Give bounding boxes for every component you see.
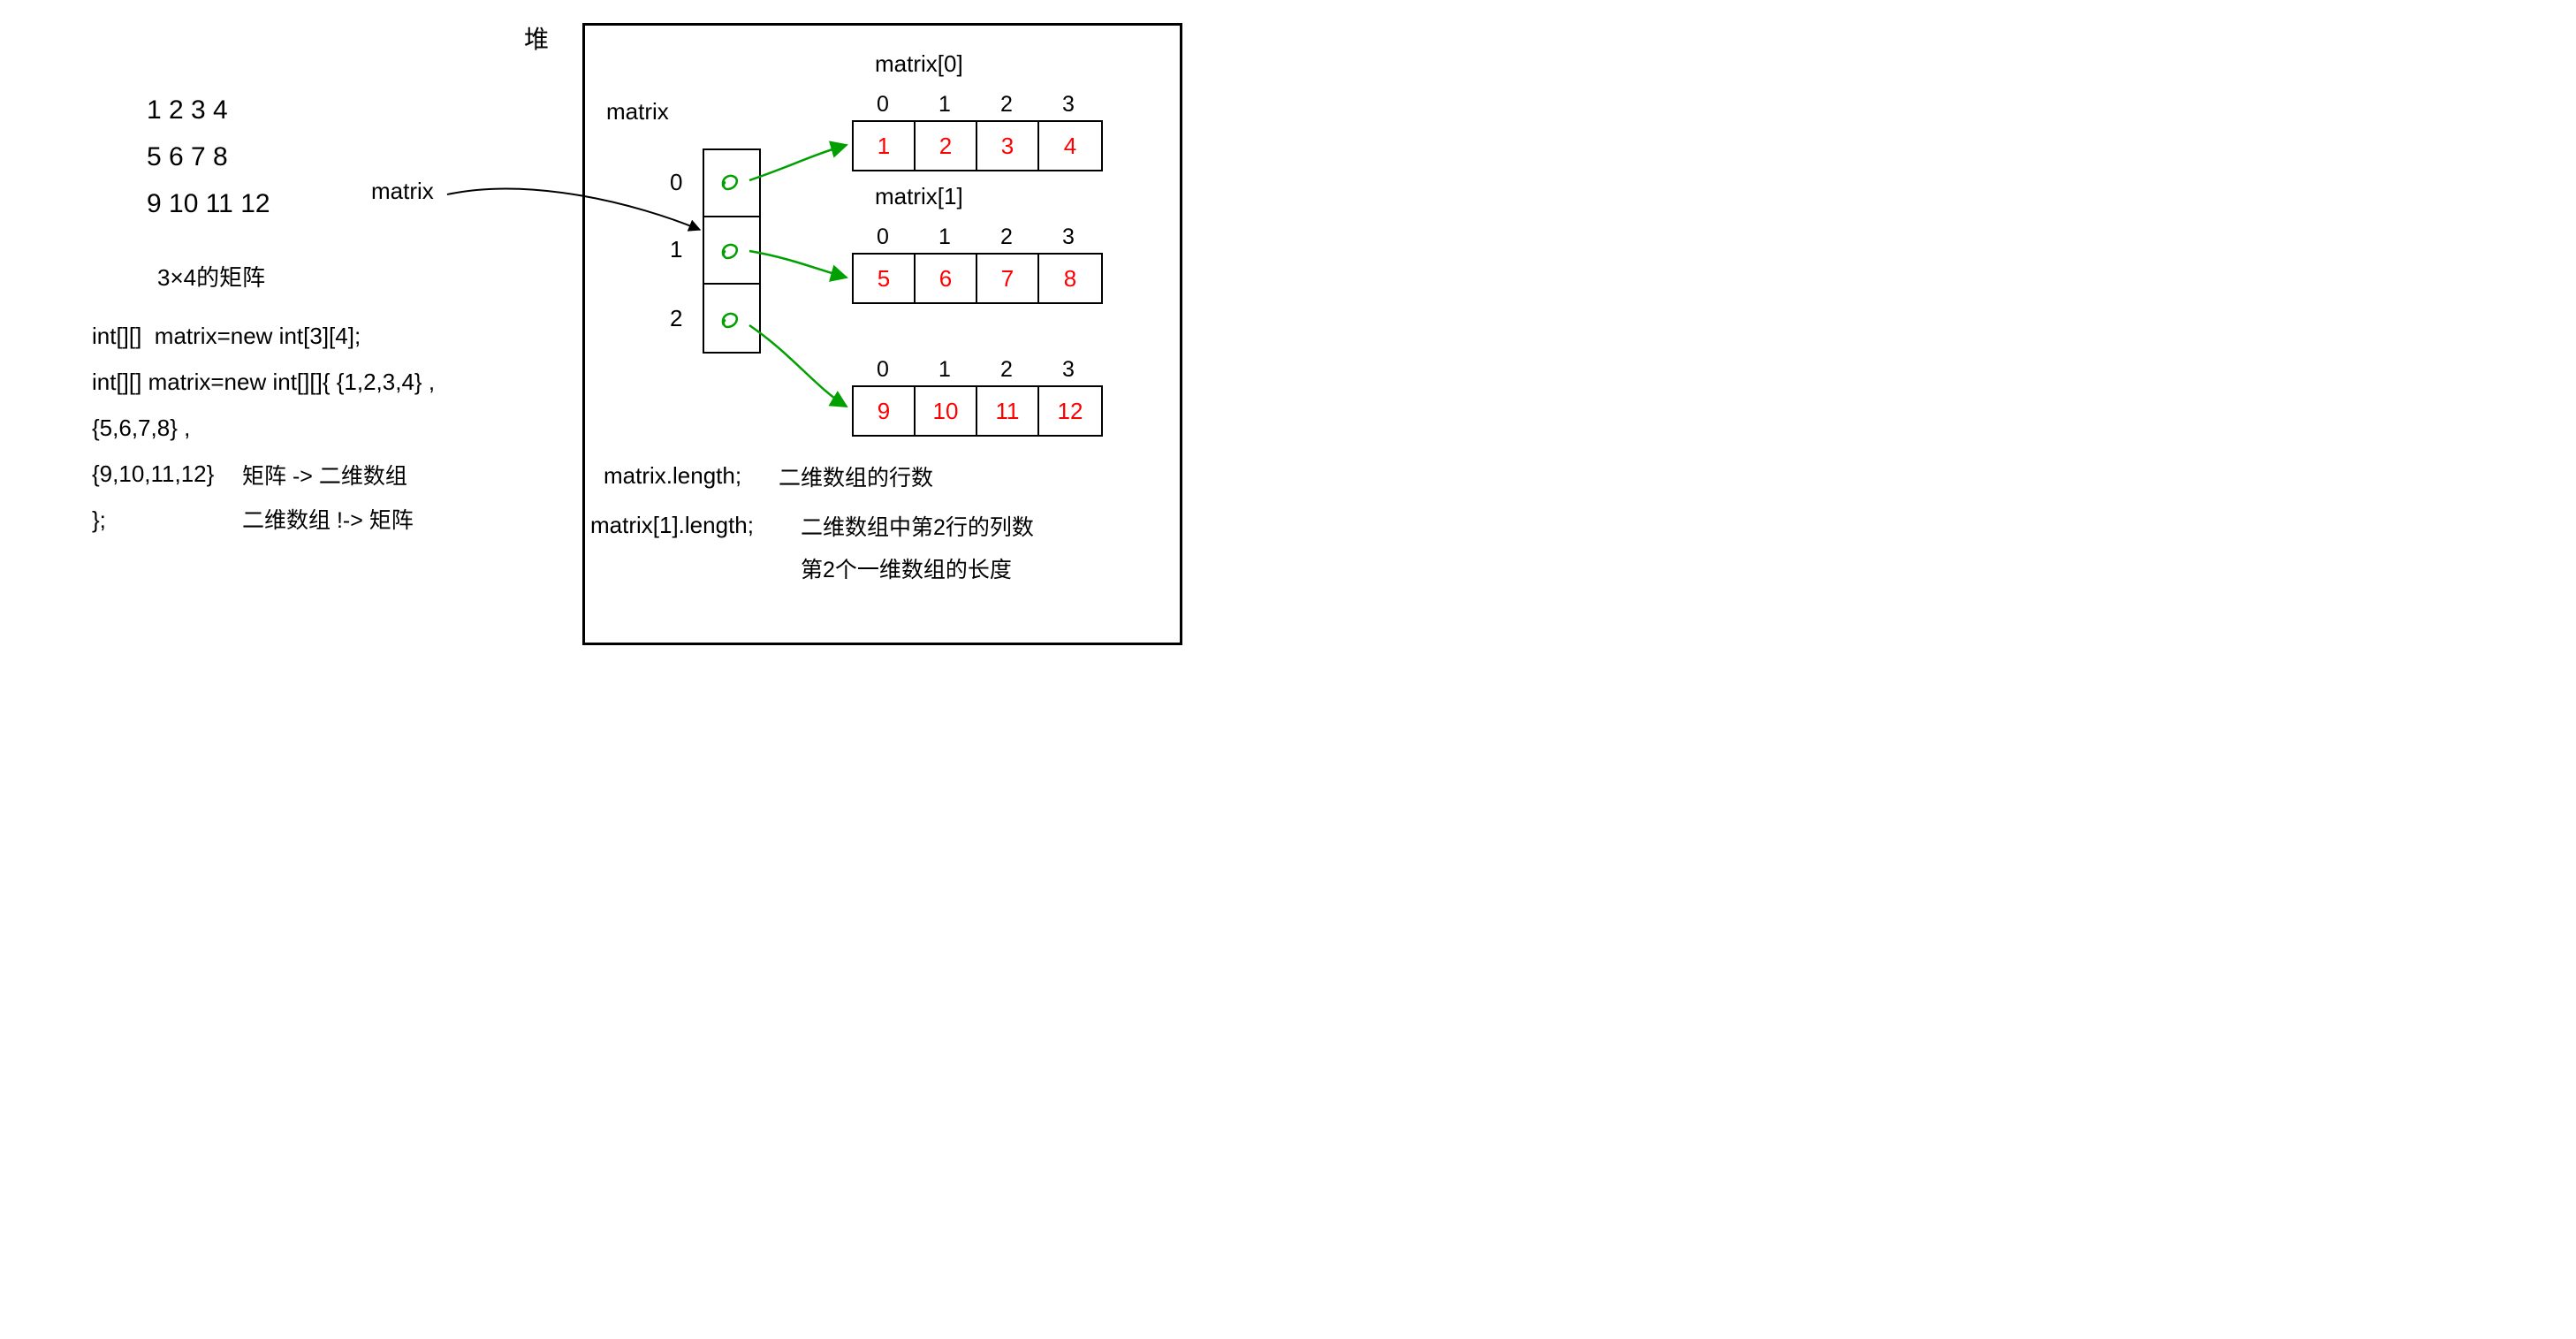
dim-desc: 3×4的矩阵 [157, 262, 265, 293]
code-line-4: {9,10,11,12} [92, 458, 214, 490]
row0-indices: 0 1 2 3 [852, 92, 1099, 118]
matrix0-label: matrix[0] [875, 48, 963, 80]
code-line-5: }; [92, 504, 106, 536]
matrix-label-top: matrix [606, 95, 669, 127]
col-index: 2 [976, 92, 1037, 118]
left-matrix-row-2: 9 10 11 12 [147, 186, 270, 223]
pointer-mark-icon [718, 240, 743, 262]
col-index: 2 [976, 357, 1037, 383]
pointer-mark-icon [718, 309, 743, 331]
col-index: 1 [914, 357, 976, 383]
length-expr-1: matrix.length; [604, 460, 741, 491]
row1-indices: 0 1 2 3 [852, 224, 1099, 250]
col-index: 0 [852, 92, 914, 118]
cell: 8 [1039, 255, 1101, 302]
cell: 4 [1039, 122, 1101, 170]
code-line-3: {5,6,7,8} , [92, 412, 190, 444]
col-index: 3 [1037, 92, 1099, 118]
code-line-1: int[][] matrix=new int[3][4]; [92, 320, 361, 352]
col-index: 3 [1037, 224, 1099, 250]
col-index: 3 [1037, 357, 1099, 383]
left-matrix-row-1: 5 6 7 8 [147, 139, 228, 176]
cell: 7 [977, 255, 1039, 302]
col-index: 0 [852, 357, 914, 383]
row2-indices: 0 1 2 3 [852, 357, 1099, 383]
length-desc-3: 第2个一维数组的长度 [801, 555, 1012, 586]
pointer-mark-icon [718, 171, 743, 193]
heap-title: 堆 [524, 22, 549, 57]
cell: 10 [916, 387, 977, 435]
outer-index-2: 2 [670, 302, 682, 334]
matrix1-label: matrix[1] [875, 180, 963, 212]
cell: 5 [854, 255, 916, 302]
cell: 11 [977, 387, 1039, 435]
col-index: 1 [914, 92, 976, 118]
row2-array: 9 10 11 12 [852, 385, 1103, 437]
mapping-2: 二维数组 !-> 矩阵 [242, 506, 414, 536]
col-index: 1 [914, 224, 976, 250]
mapping-1: 矩阵 -> 二维数组 [242, 461, 407, 492]
diagram-canvas: 堆 1 2 3 4 5 6 7 8 9 10 11 12 3×4的矩阵 int[… [0, 0, 1339, 698]
cell: 2 [916, 122, 977, 170]
length-desc-2: 二维数组中第2行的列数 [801, 513, 1034, 544]
cell: 6 [916, 255, 977, 302]
col-index: 2 [976, 224, 1037, 250]
cell: 12 [1039, 387, 1101, 435]
row1-array: 5 6 7 8 [852, 253, 1103, 304]
cell: 3 [977, 122, 1039, 170]
col-index: 0 [852, 224, 914, 250]
left-matrix-row-0: 1 2 3 4 [147, 92, 228, 129]
cell: 9 [854, 387, 916, 435]
code-line-2: int[][] matrix=new int[][]{ {1,2,3,4} , [92, 366, 435, 398]
outer-index-1: 1 [670, 233, 682, 265]
row0-array: 1 2 3 4 [852, 120, 1103, 171]
matrix-label-left: matrix [371, 175, 434, 207]
outer-index-0: 0 [670, 166, 682, 198]
length-expr-2: matrix[1].length; [590, 509, 754, 541]
cell: 1 [854, 122, 916, 170]
length-desc-1: 二维数组的行数 [779, 463, 933, 494]
